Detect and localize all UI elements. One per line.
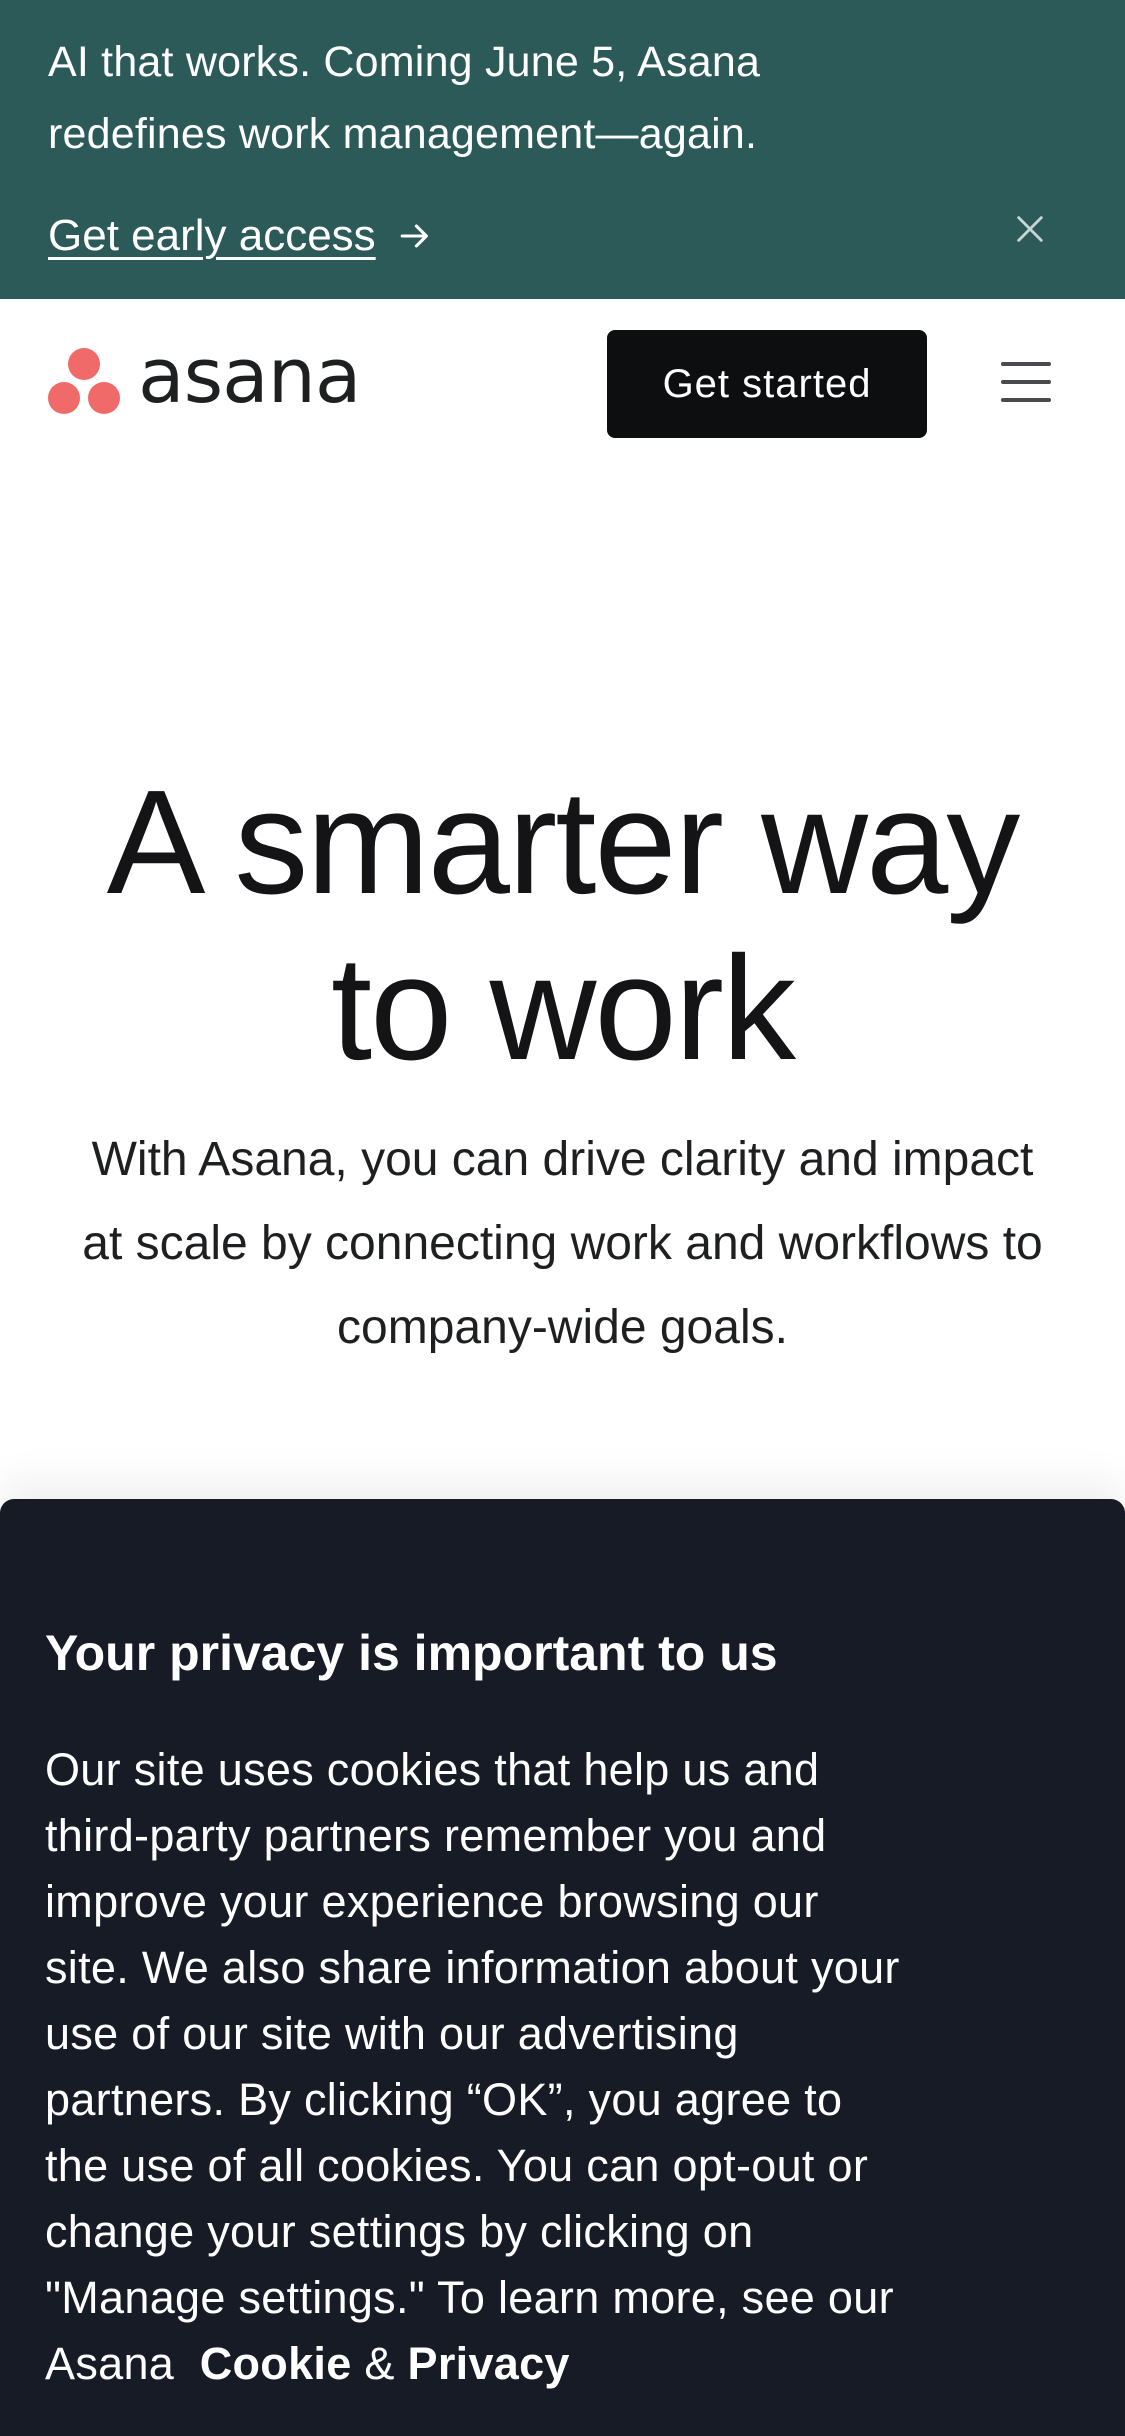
privacy-policy-link[interactable]: Privacy <box>408 2338 570 2389</box>
asana-logo-dots-icon <box>48 348 120 414</box>
cookie-consent-panel: Your privacy is important to us Our site… <box>0 1499 1125 2436</box>
menu-button[interactable] <box>997 353 1055 411</box>
cookie-policy-link[interactable]: Cookie <box>200 2338 352 2389</box>
asana-logo[interactable]: asana <box>48 338 361 417</box>
hero-title-line-2: to work <box>330 926 796 1091</box>
get-early-access-label: Get early access <box>48 211 376 260</box>
hero-subtitle: With Asana, you can drive clarity and im… <box>82 1133 1043 1354</box>
hero-title-line-1: A smarter way <box>106 760 1021 925</box>
cookie-connector: & <box>364 2338 395 2389</box>
announcement-text: AI that works. Coming June 5, Asana rede… <box>48 38 761 158</box>
announcement-banner: AI that works. Coming June 5, Asana rede… <box>0 0 1125 299</box>
get-early-access-link[interactable]: Get early access <box>48 206 432 266</box>
hero-title: A smarter way to work <box>0 760 1125 1092</box>
page: AI that works. Coming June 5, Asana rede… <box>0 0 1125 2436</box>
arrow-right-icon <box>400 224 428 248</box>
site-header: asana Get started <box>0 299 1125 469</box>
close-banner-button[interactable] <box>1005 204 1055 254</box>
cookie-body-text: Our site uses cookies that help us and t… <box>45 1744 900 2389</box>
close-icon <box>1017 216 1043 242</box>
hamburger-menu-icon <box>1001 362 1051 402</box>
cookie-body: Our site uses cookies that help us and t… <box>45 1737 905 2397</box>
cookie-title: Your privacy is important to us <box>45 1625 778 1681</box>
get-started-button[interactable]: Get started <box>607 330 927 438</box>
asana-wordmark: asana <box>138 331 361 420</box>
